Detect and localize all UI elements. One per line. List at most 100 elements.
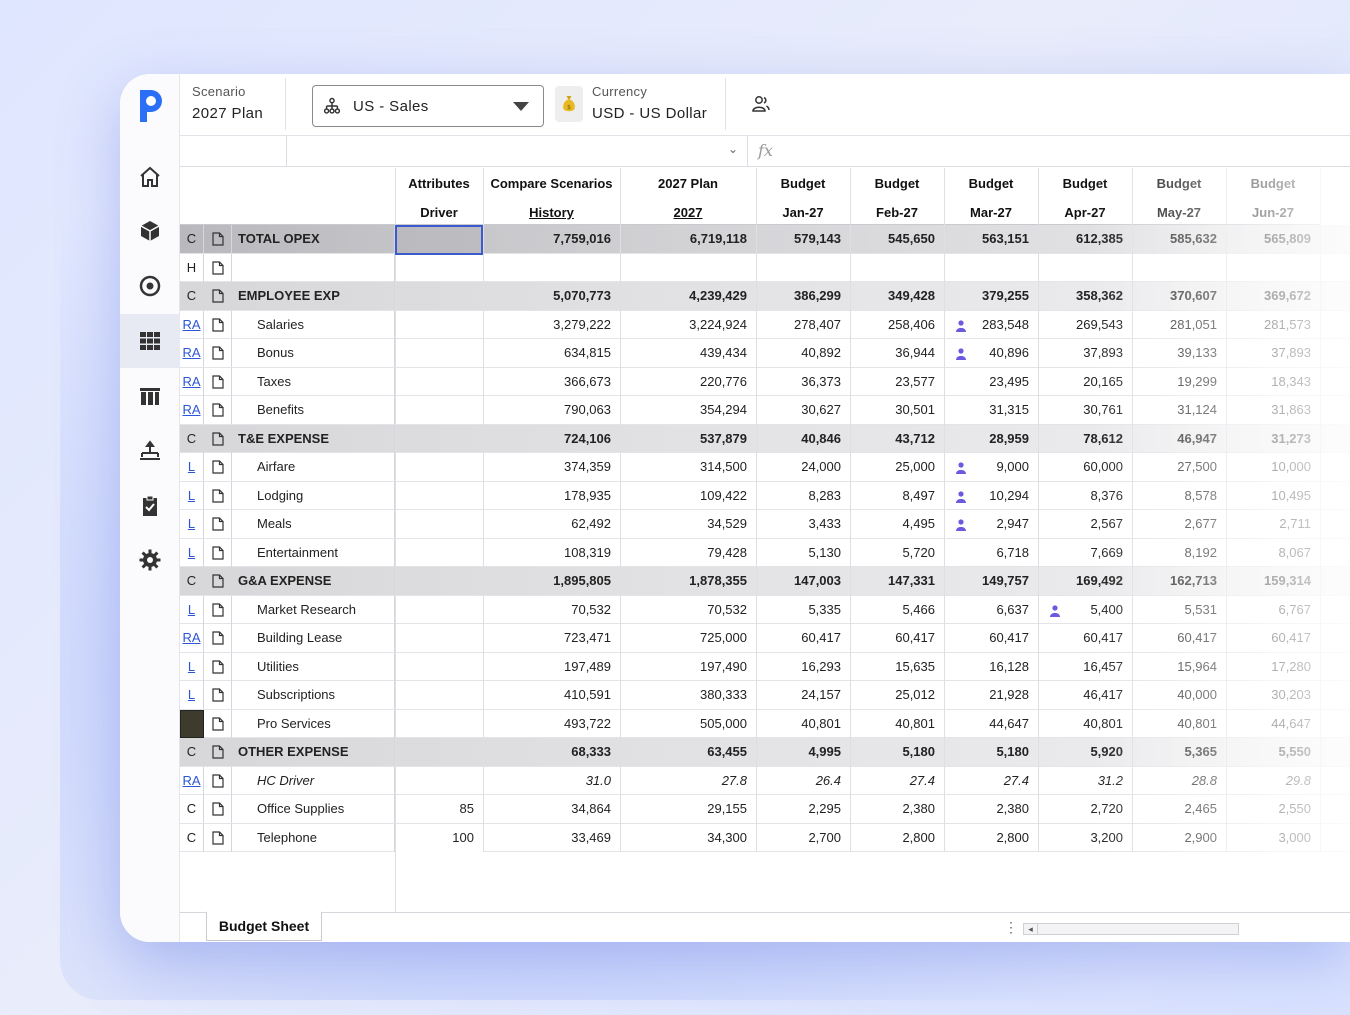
value-cell[interactable]: 16,293 — [756, 653, 850, 681]
value-cell[interactable]: 40,846 — [756, 425, 850, 453]
value-cell[interactable]: 25,000 — [850, 453, 944, 481]
column-header[interactable]: Budget Jun-27 — [1226, 168, 1320, 225]
value-cell[interactable]: 281,573 — [1226, 311, 1320, 339]
value-cell[interactable]: 78,612 — [1038, 425, 1132, 453]
scroll-left-icon[interactable]: ◂ — [1024, 924, 1038, 934]
driver-cell[interactable] — [395, 339, 483, 367]
value-cell[interactable]: 62,492 — [483, 510, 620, 538]
document-icon[interactable] — [204, 282, 232, 310]
value-cell[interactable]: 612,385 — [1038, 225, 1132, 253]
document-icon[interactable] — [204, 795, 232, 823]
value-cell[interactable]: 68,333 — [483, 738, 620, 766]
document-icon[interactable] — [204, 823, 232, 852]
value-cell[interactable]: 34,300 — [620, 824, 756, 852]
driver-cell[interactable] — [395, 311, 483, 339]
row-type-code[interactable]: L — [180, 538, 204, 567]
value-cell[interactable]: 563,151 — [944, 225, 1038, 253]
document-icon[interactable] — [204, 595, 232, 624]
value-cell[interactable]: 16,457 — [1038, 653, 1132, 681]
column-header[interactable]: Budget Mar-27 — [944, 168, 1038, 225]
document-icon[interactable] — [204, 396, 232, 424]
value-cell[interactable]: 33,469 — [483, 824, 620, 852]
document-icon[interactable] — [204, 253, 232, 282]
value-cell[interactable]: 379,255 — [944, 282, 1038, 310]
value-cell[interactable] — [1132, 254, 1226, 282]
driver-cell[interactable] — [395, 482, 483, 510]
value-cell[interactable]: 5,531 — [1132, 596, 1226, 624]
value-cell[interactable]: 197,489 — [483, 653, 620, 681]
assigned-user-icon[interactable] — [1050, 604, 1060, 617]
value-cell[interactable]: 60,000 — [1038, 453, 1132, 481]
sidebar-item-hierarchy[interactable] — [120, 424, 180, 478]
value-cell[interactable]: 46,417 — [1038, 681, 1132, 709]
value-cell[interactable]: 6,719,118 — [620, 225, 756, 253]
value-cell[interactable]: 40,801 — [1132, 710, 1226, 738]
document-icon[interactable] — [204, 567, 232, 595]
value-cell[interactable]: 2,550 — [1226, 795, 1320, 823]
value-cell[interactable]: 8,578 — [1132, 482, 1226, 510]
value-cell[interactable]: 537,879 — [620, 425, 756, 453]
value-cell[interactable] — [620, 254, 756, 282]
value-cell[interactable] — [756, 254, 850, 282]
driver-cell[interactable] — [395, 282, 483, 310]
value-cell[interactable]: 5,130 — [756, 539, 850, 567]
users-icon[interactable] — [751, 95, 771, 113]
value-cell[interactable]: 70,532 — [620, 596, 756, 624]
value-cell[interactable]: 43,712 — [850, 425, 944, 453]
value-cell[interactable]: 34,864 — [483, 795, 620, 823]
driver-cell[interactable] — [395, 624, 483, 652]
value-cell[interactable]: 60,417 — [1226, 624, 1320, 652]
value-cell[interactable]: 2,465 — [1132, 795, 1226, 823]
value-cell[interactable]: 15,635 — [850, 653, 944, 681]
column-header[interactable]: Budget May-27 — [1132, 168, 1226, 225]
row-type-code[interactable]: L — [180, 652, 204, 681]
row-type-code[interactable]: RA — [180, 396, 204, 424]
department-dropdown[interactable]: US - Sales — [312, 85, 544, 127]
value-cell[interactable]: 2,800 — [944, 824, 1038, 852]
row-type-code[interactable]: L — [180, 481, 204, 510]
driver-cell[interactable] — [395, 596, 483, 624]
value-cell[interactable]: 380,333 — [620, 681, 756, 709]
row-type-code[interactable]: L — [180, 453, 204, 481]
document-icon[interactable] — [204, 510, 232, 538]
value-cell[interactable]: 439,434 — [620, 339, 756, 367]
driver-cell[interactable] — [395, 681, 483, 709]
value-cell[interactable]: 493,722 — [483, 710, 620, 738]
value-cell[interactable]: 30,501 — [850, 396, 944, 424]
value-cell[interactable]: 3,000 — [1226, 824, 1320, 852]
document-icon[interactable] — [204, 709, 232, 738]
column-header[interactable]: Budget Apr-27 — [1038, 168, 1132, 225]
value-cell[interactable]: 5,070,773 — [483, 282, 620, 310]
sidebar-item-sheets[interactable] — [120, 314, 180, 368]
document-icon[interactable] — [204, 624, 232, 652]
formula-expand-icon[interactable]: ⌄ — [728, 142, 738, 156]
value-cell[interactable]: 2,720 — [1038, 795, 1132, 823]
value-cell[interactable]: 8,067 — [1226, 539, 1320, 567]
value-cell[interactable]: 36,373 — [756, 368, 850, 396]
value-cell[interactable]: 2,677 — [1132, 510, 1226, 538]
value-cell[interactable]: 1,895,805 — [483, 567, 620, 595]
assigned-user-icon[interactable] — [956, 518, 966, 531]
value-cell[interactable]: 29,155 — [620, 795, 756, 823]
value-cell[interactable]: 40,801 — [1038, 710, 1132, 738]
value-cell[interactable]: 5,180 — [944, 738, 1038, 766]
value-cell[interactable]: 220,776 — [620, 368, 756, 396]
driver-cell[interactable] — [395, 425, 483, 453]
document-icon[interactable] — [204, 738, 232, 766]
value-cell[interactable]: 354,294 — [620, 396, 756, 424]
value-cell[interactable]: 505,000 — [620, 710, 756, 738]
value-cell[interactable]: 44,647 — [1226, 710, 1320, 738]
assigned-user-icon[interactable] — [956, 347, 966, 360]
value-cell[interactable]: 358,362 — [1038, 282, 1132, 310]
value-cell[interactable]: 10,000 — [1226, 453, 1320, 481]
assigned-user-icon[interactable] — [956, 461, 966, 474]
value-cell[interactable]: 15,964 — [1132, 653, 1226, 681]
assigned-user-icon[interactable] — [956, 319, 966, 332]
column-header[interactable]: Attributes Driver — [395, 168, 483, 225]
value-cell[interactable]: 8,497 — [850, 482, 944, 510]
value-cell[interactable]: 25,012 — [850, 681, 944, 709]
scenario-selector[interactable]: Scenario 2027 Plan — [192, 84, 263, 122]
value-cell[interactable]: 16,128 — [944, 653, 1038, 681]
document-icon[interactable] — [204, 453, 232, 481]
value-cell[interactable]: 6,637 — [944, 596, 1038, 624]
